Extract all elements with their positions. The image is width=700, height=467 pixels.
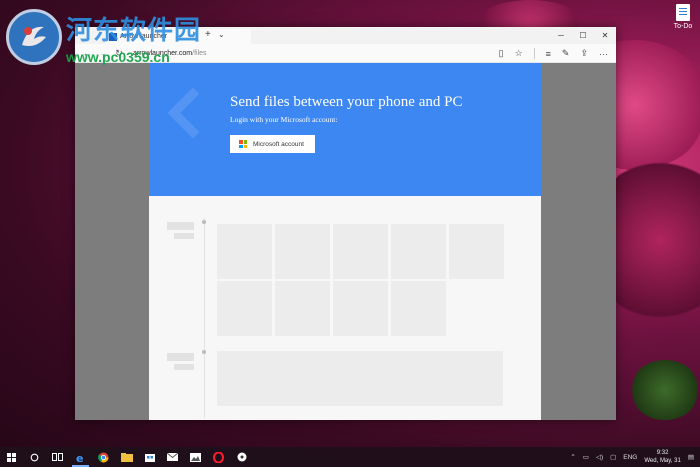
new-tab-button[interactable]: + [205, 29, 211, 40]
browser-window: Arrow launcher + ⌄ ─ ☐ ✕ ← → ↻ arrowlaun… [75, 27, 616, 420]
mail-icon[interactable] [161, 447, 184, 467]
share-icon[interactable]: ⇪ [580, 48, 588, 59]
file-thumbnail-placeholder [217, 281, 272, 336]
edge-icon[interactable]: e [69, 447, 92, 467]
date-placeholder [174, 233, 194, 239]
clock-time: 9:32 [656, 450, 669, 456]
chrome-icon[interactable] [92, 447, 115, 467]
file-thumbnail-placeholder [275, 224, 330, 279]
taskbar: e ⌃ ▭ ◁) ▢ ENG 9:32 Wed, May, 31 ▤ [0, 447, 700, 467]
browser-toolbar: ▯ ☆ ≡ ✎ ⇪ ··· [499, 44, 608, 63]
language-indicator[interactable]: ENG [623, 454, 637, 461]
watermark-logo [6, 9, 62, 65]
chevron-left-icon [167, 87, 219, 139]
microsoft-account-button[interactable]: Microsoft account [230, 135, 315, 153]
system-tray: ⌃ ▭ ◁) ▢ ENG 9:32 Wed, May, 31 ▤ [570, 447, 700, 467]
watermark-url: www.pc0359.cn [66, 48, 170, 65]
timeline-dot [202, 350, 206, 354]
groove-icon[interactable] [230, 447, 253, 467]
watermark: 河东软件园 www.pc0359.cn [6, 9, 201, 65]
maximize-button[interactable]: ☐ [572, 27, 594, 44]
file-explorer-icon[interactable] [115, 447, 138, 467]
file-thumbnail-placeholder [217, 224, 272, 279]
hero-title: Send files between your phone and PC [230, 94, 463, 110]
store-icon[interactable] [138, 447, 161, 467]
timeline-line [204, 218, 205, 418]
file-thumbnail-placeholder [333, 281, 388, 336]
window-controls: ─ ☐ ✕ [550, 27, 616, 44]
hero-banner: Send files between your phone and PC Log… [149, 63, 541, 196]
hero-subtitle: Login with your Microsoft account: [230, 115, 338, 124]
network-icon[interactable]: ▭ [583, 453, 589, 461]
search-icon[interactable] [23, 447, 46, 467]
date-placeholder [167, 222, 194, 230]
minimize-button[interactable]: ─ [550, 27, 572, 44]
desktop-shortcut-label: To-Do [673, 23, 693, 30]
wallpaper-leaf [630, 360, 700, 420]
page-body: Send files between your phone and PC Log… [149, 63, 541, 420]
favorite-star-icon[interactable]: ☆ [515, 48, 523, 59]
tab-list-chevron-icon[interactable]: ⌄ [218, 30, 225, 39]
messages-icon[interactable]: ▢ [610, 453, 616, 461]
reading-view-icon[interactable]: ▯ [499, 48, 504, 59]
desktop-shortcut[interactable]: To-Do [670, 4, 696, 30]
date-placeholder [167, 353, 194, 361]
close-button[interactable]: ✕ [594, 27, 616, 44]
volume-icon[interactable]: ◁) [596, 453, 603, 461]
chevron-up-icon[interactable]: ⌃ [570, 453, 575, 461]
clock-date: Wed, May, 31 [644, 458, 681, 464]
file-thumbnail-placeholder [449, 224, 504, 279]
toolbar-divider [533, 48, 535, 59]
page-viewport: Send files between your phone and PC Log… [75, 63, 616, 420]
clock[interactable]: 9:32 Wed, May, 31 [644, 449, 680, 465]
file-row-placeholder [217, 351, 503, 406]
start-icon[interactable] [0, 447, 23, 467]
document-icon [676, 4, 690, 21]
file-thumbnail-placeholder [391, 224, 446, 279]
file-thumbnail-placeholder [333, 224, 388, 279]
photos-icon[interactable] [184, 447, 207, 467]
hub-icon[interactable]: ≡ [546, 49, 551, 59]
file-thumbnail-placeholder [391, 281, 446, 336]
svg-text:e: e [76, 452, 83, 463]
timeline-dot [202, 220, 206, 224]
more-icon[interactable]: ··· [599, 49, 608, 59]
opera-icon[interactable] [207, 447, 230, 467]
microsoft-account-label: Microsoft account [253, 140, 304, 148]
web-note-icon[interactable]: ✎ [562, 48, 570, 59]
notifications-icon[interactable]: ▤ [688, 453, 694, 461]
date-placeholder [174, 364, 194, 370]
file-thumbnail-placeholder [275, 281, 330, 336]
task-view-icon[interactable] [46, 447, 69, 467]
watermark-site-name: 河东软件园 [66, 15, 202, 46]
microsoft-logo-icon [239, 140, 247, 148]
